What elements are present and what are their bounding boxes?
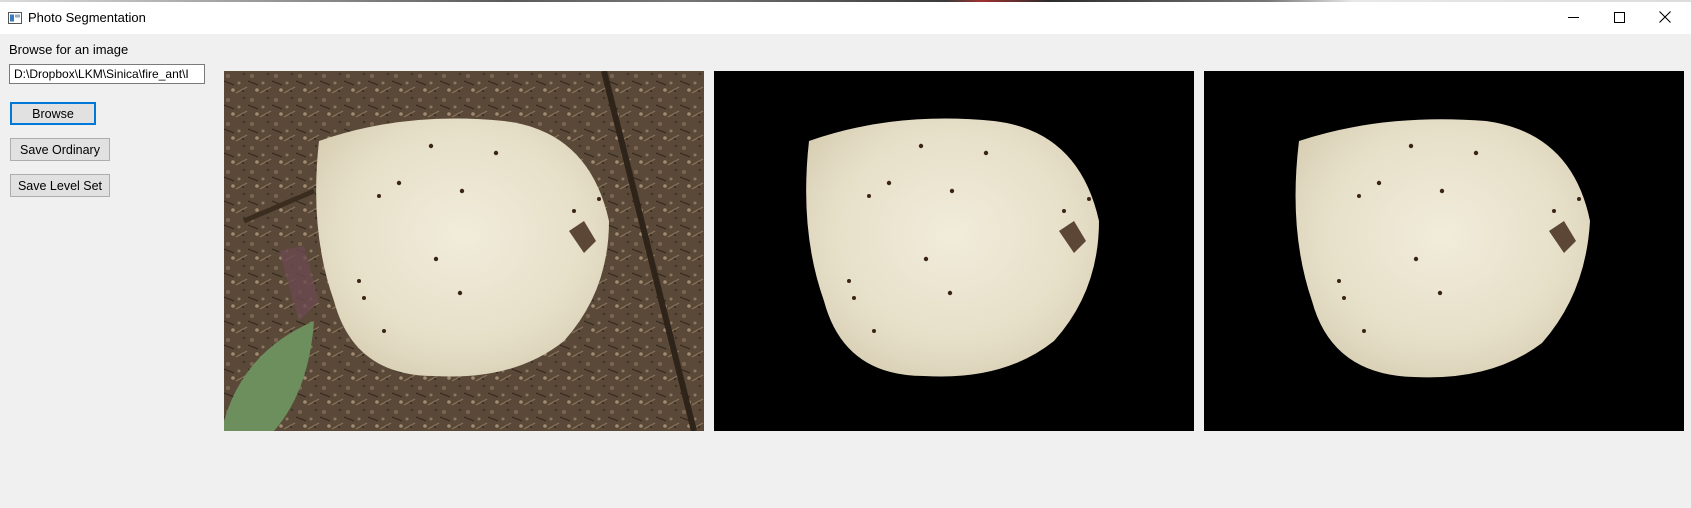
window-title: Photo Segmentation	[28, 10, 146, 25]
save-level-set-button[interactable]: Save Level Set	[10, 174, 110, 197]
ordinary-segmentation-panel	[714, 71, 1194, 431]
photo-segmentation-window: Photo Segmentation Browse for an image D…	[0, 0, 1691, 508]
close-icon	[1659, 11, 1671, 23]
level-set-segmentation-panel	[1204, 71, 1684, 431]
original-photo	[224, 71, 704, 431]
browse-button[interactable]: Browse	[10, 102, 96, 125]
content-area: Browse for an image D:\Dropbox\LKM\Sinic…	[0, 34, 1691, 508]
level-set-segmentation-image	[1204, 71, 1684, 431]
minimize-button[interactable]	[1550, 2, 1596, 32]
title-bar[interactable]: Photo Segmentation	[0, 2, 1691, 34]
maximize-icon	[1613, 11, 1625, 23]
path-input[interactable]: D:\Dropbox\LKM\Sinica\fire_ant\I	[9, 64, 205, 84]
save-ordinary-button[interactable]: Save Ordinary	[10, 138, 110, 161]
close-button[interactable]	[1642, 2, 1688, 32]
maximize-button[interactable]	[1596, 2, 1642, 32]
app-window-icon	[8, 11, 22, 24]
browse-label: Browse for an image	[9, 42, 129, 57]
original-image-panel	[224, 71, 704, 431]
minimize-icon	[1567, 12, 1579, 23]
ordinary-segmentation-image	[714, 71, 1194, 431]
